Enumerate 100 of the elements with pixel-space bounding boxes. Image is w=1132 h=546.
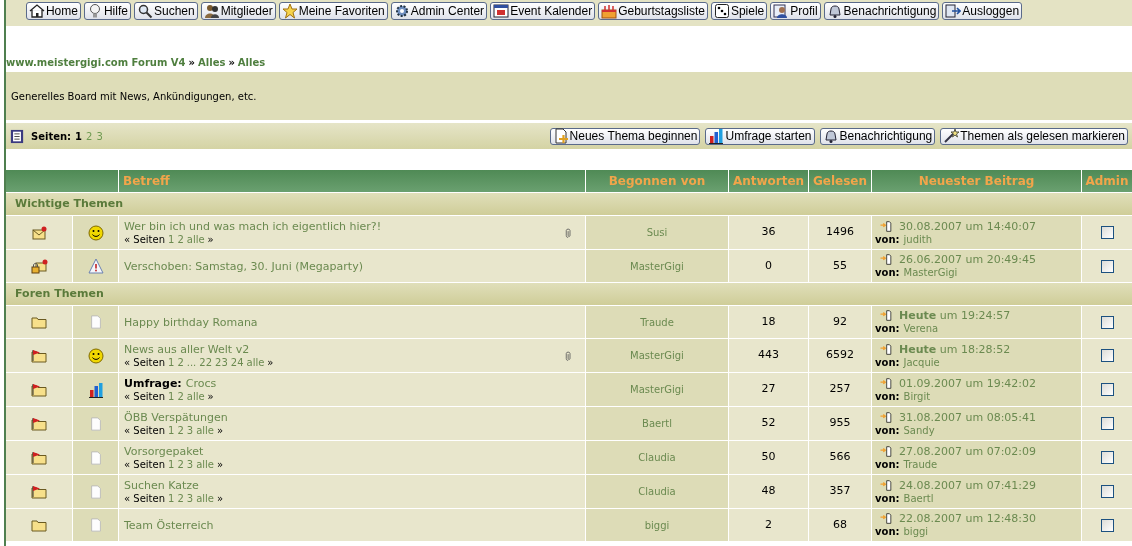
- page-link[interactable]: 2: [86, 128, 93, 144]
- page-link[interactable]: alle: [186, 232, 205, 246]
- topic-link[interactable]: ÖBB Verspätungen: [124, 410, 228, 424]
- username-link[interactable]: MasterGigi: [903, 266, 958, 279]
- topic-link[interactable]: Crocs: [185, 376, 217, 390]
- bar-chart-icon: [708, 128, 725, 144]
- category-title: Wichtige Themen: [15, 195, 123, 212]
- column-header: Betreff: [119, 170, 585, 192]
- page-link[interactable]: alle: [186, 389, 205, 403]
- action-button[interactable]: Neues Thema beginnen: [549, 127, 701, 145]
- nav-button[interactable]: Suchen: [133, 2, 198, 20]
- page-link[interactable]: 1: [168, 389, 175, 403]
- username-link[interactable]: Baertl: [642, 416, 672, 431]
- page-link[interactable]: 3: [186, 423, 194, 437]
- topic-link[interactable]: Happy birthday Romana: [124, 315, 258, 329]
- pages-label: »: [216, 491, 224, 505]
- nav-button[interactable]: Benachrichtigung: [823, 2, 940, 20]
- username-link[interactable]: Verena: [903, 322, 939, 335]
- admin-checkbox[interactable]: [1100, 226, 1114, 239]
- nav-button[interactable]: Admin Center: [390, 2, 488, 20]
- topic-link[interactable]: News aus aller Welt v2: [124, 342, 250, 356]
- page-link[interactable]: 2: [177, 423, 184, 437]
- nav-button[interactable]: Hilfe: [83, 2, 131, 20]
- page-link[interactable]: 2: [177, 389, 184, 403]
- page-link[interactable]: 1: [75, 128, 83, 144]
- username-link[interactable]: Susi: [646, 225, 668, 240]
- username-link[interactable]: MasterGigi: [630, 348, 684, 363]
- username-link[interactable]: judith: [903, 232, 933, 246]
- username-link[interactable]: biggi: [644, 517, 670, 533]
- page-link[interactable]: 1: [168, 423, 175, 437]
- nav-button[interactable]: Geburtstagsliste: [598, 2, 708, 20]
- page-link[interactable]: 2: [177, 457, 184, 471]
- username-link[interactable]: Jacquie: [903, 355, 940, 369]
- username-link[interactable]: Sandy: [903, 423, 935, 437]
- table-cell: 68: [809, 509, 871, 541]
- page-link[interactable]: 3: [186, 457, 194, 471]
- username-link[interactable]: Claudia: [638, 484, 676, 499]
- page-link[interactable]: 2: [177, 491, 184, 505]
- page-link[interactable]: 1: [168, 457, 175, 471]
- action-button[interactable]: Benachrichtigung: [819, 127, 936, 145]
- topic-link[interactable]: Verschoben: Samstag, 30. Juni (Megaparty): [124, 259, 363, 273]
- admin-checkbox[interactable]: [1100, 259, 1114, 273]
- page-link[interactable]: 24: [230, 355, 244, 369]
- breadcrumb-link[interactable]: www.meistergigi.com Forum V4: [6, 54, 186, 70]
- page-link[interactable]: 1: [168, 232, 175, 246]
- username-link[interactable]: MasterGigi: [630, 382, 684, 397]
- page-link[interactable]: alle: [196, 491, 214, 505]
- table-cell: 443: [729, 339, 808, 372]
- smiley-icon: [87, 347, 104, 364]
- nav-button[interactable]: Event Kalender: [490, 2, 596, 20]
- action-button[interactable]: Umfrage starten: [705, 127, 815, 145]
- breadcrumb-link[interactable]: Alles: [237, 54, 266, 70]
- breadcrumb-link[interactable]: Alles: [198, 54, 226, 70]
- page-link[interactable]: 2: [177, 355, 184, 369]
- topic-link[interactable]: Wer bin ich und was mach ich eigentlich hier?!: [124, 219, 382, 233]
- username-link[interactable]: Baertl: [903, 491, 934, 505]
- topic-link[interactable]: Team Österreich: [124, 518, 214, 532]
- admin-checkbox[interactable]: [1100, 315, 1114, 329]
- page-link[interactable]: alle: [196, 457, 214, 471]
- admin-checkbox[interactable]: [1100, 349, 1114, 362]
- topic-link[interactable]: Vorsorgepaket: [124, 444, 204, 458]
- post-date: 22.08.2007 um 12:48:30: [899, 512, 1037, 525]
- nav-button[interactable]: Mitglieder: [200, 2, 276, 20]
- admin-checkbox[interactable]: [1100, 518, 1114, 532]
- post-date: 01.09.2007 um 19:42:02: [899, 376, 1037, 390]
- page-icon: [88, 314, 103, 330]
- page-link[interactable]: alle: [246, 355, 265, 369]
- page-link[interactable]: alle: [196, 423, 214, 437]
- calendar-icon: [493, 3, 510, 19]
- username-link[interactable]: Birgit: [903, 389, 931, 403]
- nav-button[interactable]: Profil: [770, 2, 821, 20]
- admin-checkbox[interactable]: [1100, 451, 1114, 464]
- nav-button[interactable]: Meine Favoriten: [278, 2, 388, 20]
- page-link[interactable]: ...: [186, 355, 197, 369]
- post-date: Heute um 18:28:52: [899, 342, 1011, 356]
- author-label: von:: [875, 491, 900, 505]
- page-link[interactable]: 23: [215, 355, 228, 369]
- page-link[interactable]: 22: [199, 355, 213, 369]
- nav-button[interactable]: Ausloggen: [942, 2, 1023, 20]
- column-header: Antworten: [729, 170, 808, 192]
- nav-button[interactable]: Spiele: [710, 2, 768, 20]
- username-link[interactable]: Traude: [640, 314, 674, 330]
- nav-button[interactable]: Home: [25, 2, 81, 20]
- username-link[interactable]: biggi: [903, 525, 929, 538]
- page-link[interactable]: 2: [177, 232, 184, 246]
- admin-checkbox[interactable]: [1100, 417, 1114, 430]
- page-link[interactable]: 1: [168, 491, 175, 505]
- pages-label: « Seiten: [124, 491, 165, 505]
- username-link[interactable]: Claudia: [638, 450, 676, 465]
- page-link[interactable]: 3: [96, 128, 103, 144]
- page-link[interactable]: 1: [168, 355, 175, 369]
- username-link[interactable]: Traude: [903, 457, 938, 471]
- action-button[interactable]: Themen als gelesen markieren: [940, 127, 1128, 145]
- admin-checkbox[interactable]: [1100, 485, 1114, 498]
- topic-link[interactable]: Suchen Katze: [124, 478, 199, 492]
- admin-checkbox[interactable]: [1100, 383, 1114, 396]
- flag-folder-icon: [30, 449, 48, 466]
- pages-label: »: [216, 457, 224, 471]
- username-link[interactable]: MasterGigi: [630, 258, 684, 274]
- page-link[interactable]: 3: [186, 491, 194, 505]
